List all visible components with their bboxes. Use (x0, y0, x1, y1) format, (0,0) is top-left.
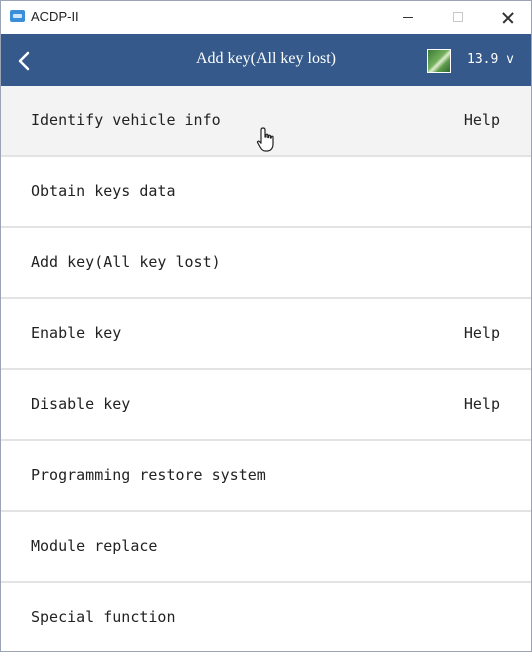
menu-item-label: Disable key (31, 395, 131, 413)
menu-item-label: Module replace (31, 537, 158, 555)
menu-item-label: Special function (31, 608, 176, 626)
close-button[interactable] (485, 1, 531, 34)
minimize-button[interactable] (385, 1, 431, 34)
hand-pointer-icon (256, 127, 274, 152)
menu-item-add-key-all-key-lost[interactable]: Add key(All key lost) (1, 228, 531, 299)
help-link[interactable]: Help (464, 111, 500, 129)
help-link[interactable]: Help (464, 395, 500, 413)
page-title: Add key(All key lost) (196, 50, 336, 67)
menu-item-label: Obtain keys data (31, 182, 176, 200)
app-header: Add key(All key lost) 13.9 v (1, 34, 531, 86)
app-icon (10, 10, 25, 22)
menu-item-disable-key[interactable]: Disable key Help (1, 370, 531, 441)
menu-item-enable-key[interactable]: Enable key Help (1, 299, 531, 370)
help-link[interactable]: Help (464, 324, 500, 342)
voltage-readout: 13.9 v (467, 52, 514, 67)
title-bar: ACDP-II (1, 1, 531, 34)
menu-item-label: Add key(All key lost) (31, 253, 221, 271)
menu-item-module-replace[interactable]: Module replace (1, 512, 531, 583)
menu-item-special-function[interactable]: Special function (1, 583, 531, 651)
window-title: ACDP-II (31, 9, 79, 24)
app-window: ACDP-II Add key(All key lost) 13.9 v Ide… (0, 0, 532, 652)
battery-icon (427, 49, 451, 73)
function-menu: Identify vehicle info Help Obtain keys d… (1, 86, 531, 651)
maximize-button[interactable] (435, 1, 481, 34)
menu-item-label: Enable key (31, 324, 122, 342)
menu-item-programming-restore-system[interactable]: Programming restore system (1, 441, 531, 512)
menu-item-label: Programming restore system (31, 466, 266, 484)
menu-item-label: Identify vehicle info (31, 111, 221, 129)
menu-item-obtain-keys-data[interactable]: Obtain keys data (1, 157, 531, 228)
